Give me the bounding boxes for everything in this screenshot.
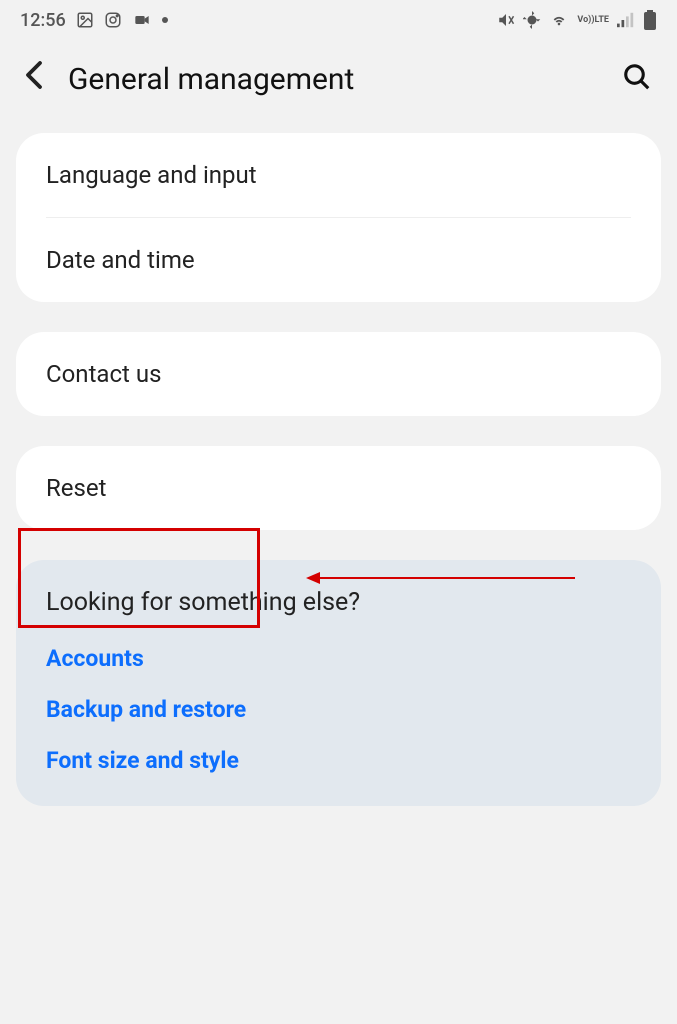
status-bar-left: 12:56	[20, 10, 168, 31]
font-size-style-link[interactable]: Font size and style	[46, 747, 631, 774]
volte-icon: Vo)) LTE	[577, 16, 609, 25]
accounts-link[interactable]: Accounts	[46, 645, 631, 672]
language-and-input-item[interactable]: Language and input	[16, 133, 661, 217]
mute-icon	[497, 11, 515, 29]
backup-restore-link[interactable]: Backup and restore	[46, 696, 631, 723]
reset-item[interactable]: Reset	[16, 446, 661, 530]
photo-icon	[76, 11, 94, 29]
settings-group-3: Reset	[16, 446, 661, 530]
status-bar-right: Vo)) LTE	[497, 10, 657, 30]
status-time: 12:56	[20, 10, 66, 31]
suggestions-title: Looking for something else?	[46, 588, 631, 617]
settings-group-1: Language and input Date and time	[16, 133, 661, 302]
page-header: General management	[0, 40, 677, 133]
date-and-time-item[interactable]: Date and time	[16, 218, 661, 302]
contact-us-item[interactable]: Contact us	[16, 332, 661, 416]
wifi-icon	[549, 12, 569, 28]
signal-icon	[617, 12, 635, 28]
sync-icon	[523, 11, 541, 29]
instagram-icon	[104, 11, 122, 29]
back-button[interactable]	[25, 60, 43, 98]
lte-label: LTE	[594, 16, 609, 25]
battery-icon	[643, 10, 657, 30]
vo-label: Vo))	[577, 16, 594, 25]
search-button[interactable]	[622, 62, 652, 96]
more-dot-icon	[162, 17, 168, 23]
settings-group-2: Contact us	[16, 332, 661, 416]
page-title: General management	[68, 62, 597, 97]
status-bar: 12:56 Vo)) LTE	[0, 0, 677, 40]
video-icon	[132, 12, 152, 28]
suggestions-card: Looking for something else? Accounts Bac…	[16, 560, 661, 806]
